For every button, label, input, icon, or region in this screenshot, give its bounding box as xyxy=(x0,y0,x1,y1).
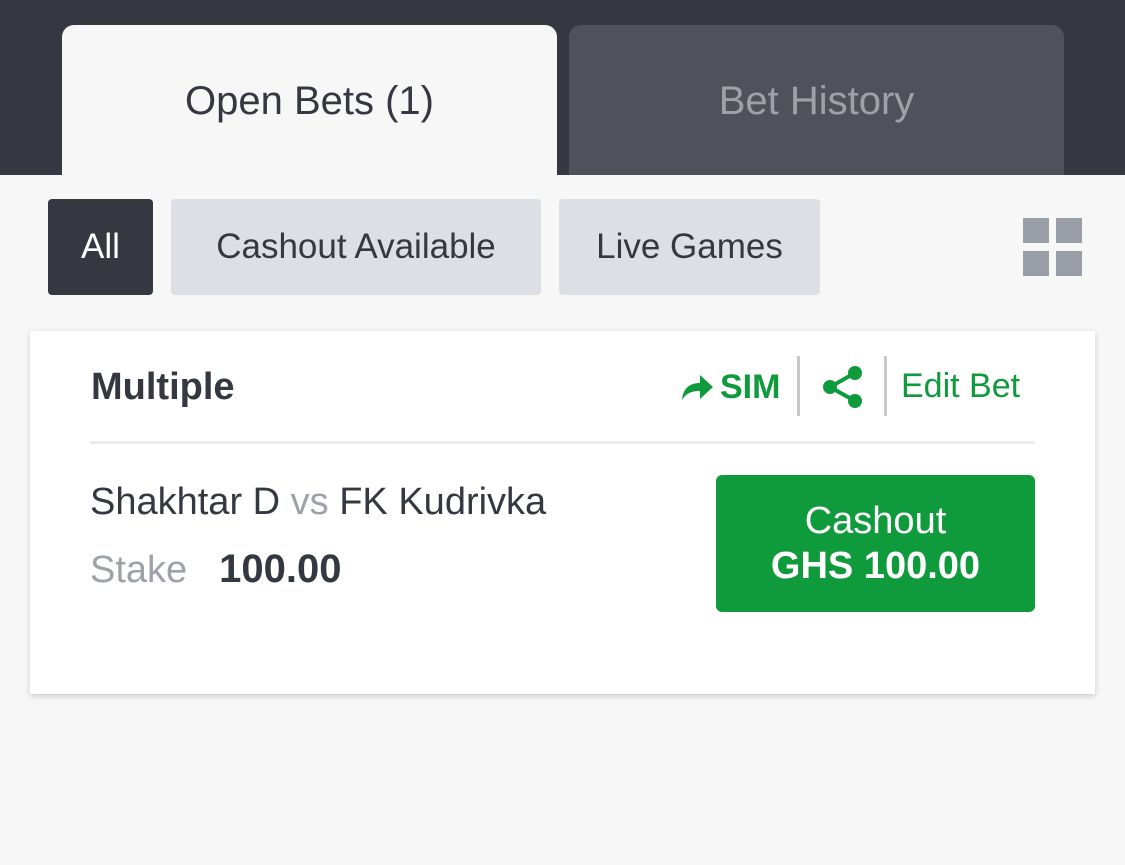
divider xyxy=(797,356,800,416)
share-icon[interactable] xyxy=(820,364,866,410)
filter-live-label: Live Games xyxy=(596,227,783,266)
tab-open-bets[interactable]: Open Bets (1) xyxy=(62,25,557,175)
cashout-button[interactable]: Cashout GHS 100.00 xyxy=(716,475,1035,612)
filter-cashout-label: Cashout Available xyxy=(216,227,496,266)
card-divider xyxy=(90,441,1035,444)
bet-card: Multiple SIM Edit Bet Shakhtar D vs FK K… xyxy=(30,331,1095,694)
forward-arrow-icon xyxy=(682,375,713,400)
bet-type-title: Multiple xyxy=(91,366,235,408)
tab-open-bets-label: Open Bets (1) xyxy=(184,78,434,123)
grid-icon[interactable] xyxy=(1023,218,1083,276)
edit-bet-link[interactable]: Edit Bet xyxy=(901,367,1020,406)
filter-all-label: All xyxy=(81,227,120,266)
filter-live-games-button[interactable]: Live Games xyxy=(559,199,820,295)
stake-value: 100.00 xyxy=(219,547,342,591)
match-name: Shakhtar D vs FK Kudrivka xyxy=(90,481,546,524)
divider xyxy=(884,356,887,416)
vs-label: vs xyxy=(290,481,329,523)
away-team: FK Kudrivka xyxy=(339,481,547,523)
stake-row: Stake 100.00 xyxy=(90,547,342,592)
tab-bar: Open Bets (1) Bet History xyxy=(0,0,1125,175)
cashout-amount: GHS 100.00 xyxy=(770,544,981,587)
tab-bet-history-label: Bet History xyxy=(718,78,915,123)
filter-all-button[interactable]: All xyxy=(48,199,153,295)
tab-bet-history[interactable]: Bet History xyxy=(569,25,1064,175)
stake-label: Stake xyxy=(90,549,188,591)
sim-button[interactable]: SIM xyxy=(680,367,780,407)
home-team: Shakhtar D xyxy=(90,481,281,523)
sim-label: SIM xyxy=(720,367,781,406)
filter-cashout-available-button[interactable]: Cashout Available xyxy=(171,199,541,295)
bet-slip-page: Open Bets (1) Bet History All Cashout Av… xyxy=(0,0,1125,865)
cashout-label: Cashout xyxy=(804,499,947,542)
